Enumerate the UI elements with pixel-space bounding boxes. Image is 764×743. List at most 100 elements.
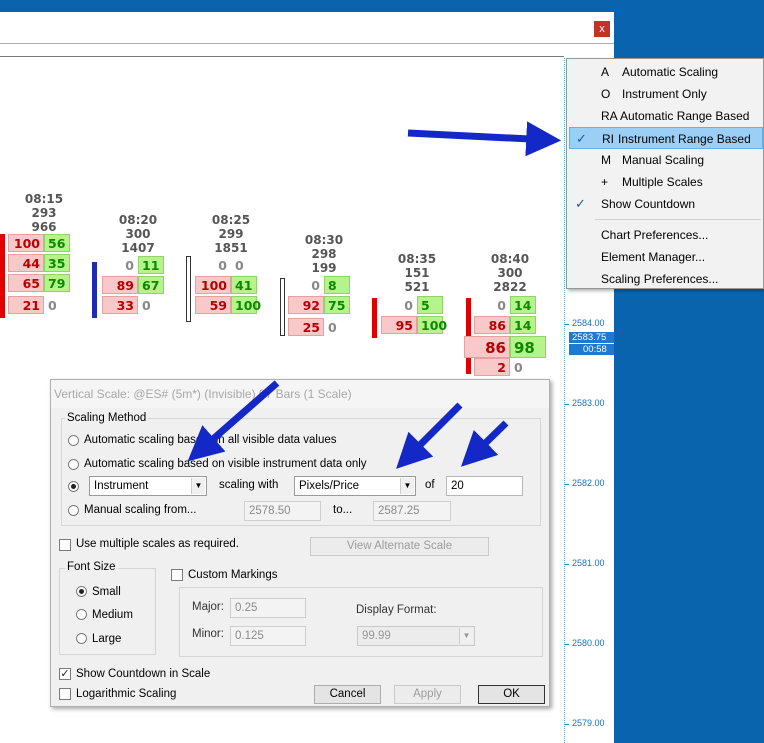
cancel-button[interactable]: Cancel — [314, 685, 381, 704]
radio-instrument-visible[interactable] — [68, 459, 79, 470]
footprint-bid-cell: 95 — [381, 316, 417, 334]
footprint-ask-cell: 56 — [44, 234, 70, 252]
bar-header: 08:30 298 199 — [294, 233, 354, 275]
display-format-label: Display Format: — [356, 604, 437, 616]
menu-item-manual-scaling[interactable]: M Manual Scaling — [569, 149, 763, 171]
major-input[interactable]: 0.25 — [230, 598, 306, 618]
radio-font-medium[interactable] — [76, 609, 87, 620]
bar-vol2: 199 — [311, 261, 337, 275]
manual-from-input[interactable]: 2578.50 — [244, 501, 321, 521]
axis-tick — [565, 564, 569, 565]
multiple-scales-label: Use multiple scales as required. — [76, 538, 239, 550]
footprint-bid-cell: 100 — [8, 234, 44, 252]
custom-markings-checkbox[interactable] — [171, 569, 183, 581]
manual-to-input[interactable]: 2587.25 — [373, 501, 451, 521]
close-icon[interactable]: x — [594, 21, 610, 37]
menu-item-label: Automatic Range Based — [620, 109, 750, 123]
menu-item-key: RI — [602, 132, 614, 146]
bar-vol1: 300 — [497, 266, 523, 280]
scaling-method-title: Scaling Method — [65, 412, 149, 424]
footprint-ask-cell: 79 — [44, 274, 70, 292]
scale-context-menu: A Automatic Scaling O Instrument Only RA Auto… — [566, 58, 764, 289]
radio-instrument-visible-label: Automatic scaling based on visible instr… — [84, 458, 367, 470]
footprint-bid-cell: 59 — [195, 296, 231, 314]
radio-all-visible[interactable] — [68, 435, 79, 446]
show-countdown-checkbox[interactable]: ✓ — [59, 668, 71, 680]
menu-item-label: Scaling Preferences... — [601, 272, 719, 286]
radio-font-small[interactable] — [76, 586, 87, 597]
bar-header: 08:25 299 1851 — [201, 213, 261, 255]
menu-item-instrument-range-based[interactable]: ✓ RI Instrument Range Based — [569, 127, 763, 149]
log-scaling-checkbox[interactable] — [59, 688, 71, 700]
instrument-combo[interactable]: Instrument ▼ — [89, 476, 207, 496]
menu-item-label: Show Countdown — [601, 197, 696, 211]
footprint-ask-cell: 100 — [417, 316, 447, 334]
log-scaling-label: Logarithmic Scaling — [76, 688, 177, 700]
font-size-title: Font Size — [65, 561, 118, 573]
footprint-bid-cell: 0 — [404, 298, 413, 313]
scaling-unit-combo[interactable]: Pixels/Price ▼ — [294, 476, 416, 496]
menu-item-key: + — [601, 175, 609, 189]
candle — [372, 298, 377, 338]
menu-item-instrument-only[interactable]: O Instrument Only — [569, 83, 763, 105]
bar-vol2: 1407 — [121, 241, 155, 255]
bar-header: 08:20 300 1407 — [108, 213, 168, 255]
footprint-ask-cell: 98 — [510, 336, 546, 358]
show-countdown-label: Show Countdown in Scale — [76, 668, 211, 680]
menu-item-key: A — [601, 65, 610, 79]
candle — [0, 234, 5, 318]
bar-time: 08:25 — [211, 213, 251, 227]
menu-item-show-countdown[interactable]: ✓ Show Countdown — [569, 193, 763, 215]
view-alternate-scale-button[interactable]: View Alternate Scale — [310, 537, 489, 556]
footprint-bid-cell: 100 — [195, 276, 231, 294]
axis-tick — [565, 404, 569, 405]
footprint-ask-cell: 0 — [328, 320, 337, 335]
footprint-bid-cell: 0 — [497, 298, 506, 313]
display-format-combo[interactable]: 99.99 ▼ — [357, 626, 475, 646]
chevron-down-icon: ▼ — [191, 478, 205, 494]
display-format-value: 99.99 — [362, 630, 391, 642]
dialog-title: Vertical Scale: @ES# (5m*) (Invisible) 9… — [51, 380, 549, 408]
radio-all-visible-label: Automatic scaling based on all visible d… — [84, 434, 337, 446]
menu-item-label: Automatic Scaling — [622, 65, 719, 79]
ok-button[interactable]: OK — [478, 685, 545, 704]
footprint-ask-cell: 14 — [510, 316, 536, 334]
multiple-scales-checkbox[interactable] — [59, 539, 71, 551]
menu-item-automatic-range-based[interactable]: RA Automatic Range Based — [569, 105, 763, 127]
minor-input[interactable]: 0.125 — [230, 626, 306, 646]
bar-time: 08:40 — [490, 252, 530, 266]
bar-vol2: 966 — [31, 220, 57, 234]
menu-item-multiple-scales[interactable]: + Multiple Scales — [569, 171, 763, 193]
radio-manual-scaling[interactable] — [68, 505, 79, 516]
check-icon: ✓ — [576, 131, 587, 146]
footprint-ask-cell: 14 — [510, 296, 536, 314]
axis-tick — [565, 484, 569, 485]
footprint-bid-cell: 92 — [288, 296, 324, 314]
bar-vol2: 521 — [404, 280, 430, 294]
manual-to-label: to... — [333, 504, 353, 516]
footprint-ask-cell: 35 — [44, 254, 70, 272]
footprint-ask-cell: 100 — [231, 296, 261, 314]
menu-item-element-manager-[interactable]: Element Manager... — [569, 246, 763, 268]
menu-item-chart-preferences-[interactable]: Chart Preferences... — [569, 224, 763, 246]
custom-markings-label: Custom Markings — [188, 569, 278, 581]
radio-font-large[interactable] — [76, 633, 87, 644]
axis-label: 2582.00 — [572, 478, 605, 488]
axis-label: 2584.00 — [572, 318, 605, 328]
menu-item-label: Instrument Only — [622, 87, 707, 101]
axis-tick — [565, 324, 569, 325]
footprint-bid-cell: 86 — [464, 336, 510, 358]
font-small-label: Small — [92, 586, 121, 598]
chevron-down-icon: ▼ — [459, 628, 473, 644]
footprint-ask-cell: 5 — [417, 296, 443, 314]
bar-time: 08:15 — [24, 192, 64, 206]
font-large-label: Large — [92, 633, 122, 645]
radio-instrument-range[interactable] — [68, 481, 79, 492]
menu-item-scaling-preferences-[interactable]: Scaling Preferences... — [569, 268, 763, 290]
pixels-per-price-input[interactable]: 20 — [446, 476, 523, 496]
bar-header: 08:15 293 966 — [14, 192, 74, 234]
apply-button[interactable]: Apply — [394, 685, 461, 704]
footprint-bid-cell: 2 — [474, 358, 510, 376]
menu-item-automatic-scaling[interactable]: A Automatic Scaling — [569, 61, 763, 83]
major-label: Major: — [192, 601, 224, 613]
